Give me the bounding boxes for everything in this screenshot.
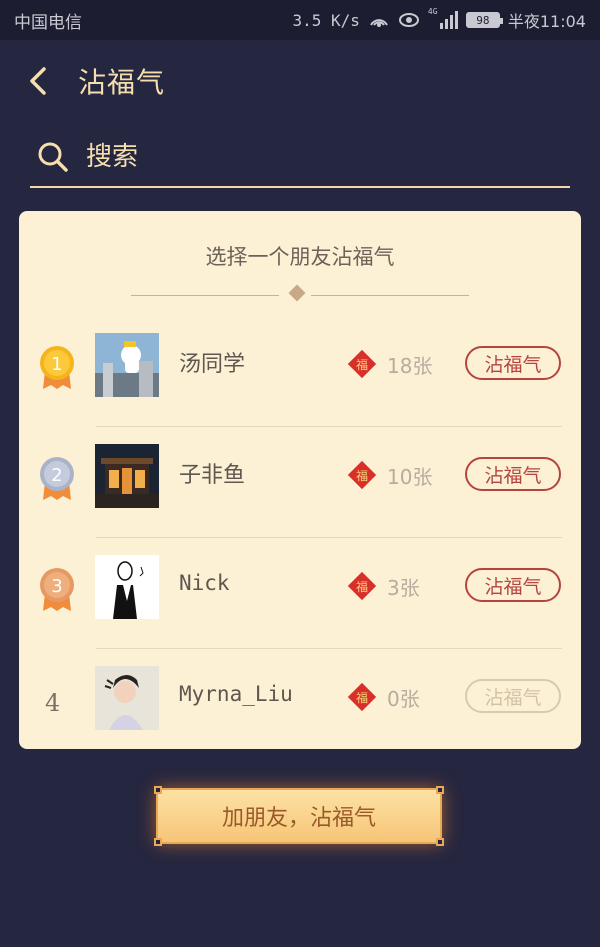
- search-input[interactable]: [86, 142, 570, 172]
- fu-card-icon: 福: [347, 460, 377, 490]
- add-friend-button[interactable]: 加朋友，沾福气: [154, 786, 444, 846]
- friend-name: Myrna_Liu: [179, 682, 293, 706]
- card-title: 选择一个朋友沾福气: [205, 245, 395, 269]
- silver-medal-icon: 2: [40, 457, 74, 500]
- friend-row: 3 Nick 福 3张 沾福气: [19, 538, 581, 649]
- back-button[interactable]: [28, 66, 56, 96]
- fu-count: 3张: [387, 576, 420, 600]
- svg-text:福: 福: [356, 579, 368, 594]
- signal-icon: 4G: [428, 7, 458, 29]
- status-right: 3.5 K/s 4G 98 半夜11:04: [292, 7, 586, 32]
- friend-row: 2 子非鱼 福 10张 沾福气: [19, 427, 581, 538]
- friend-name: Nick: [179, 571, 230, 595]
- status-bar: 中国电信 3.5 K/s 4G 98 半夜11:04: [0, 0, 600, 40]
- fu-count: 18张: [387, 354, 433, 378]
- chevron-left-icon: [30, 67, 46, 95]
- grab-fortune-button[interactable]: 沾福气: [465, 568, 561, 602]
- fu-count: 10张: [387, 465, 433, 489]
- friend-list-card: 选择一个朋友沾福气 1 汤同学 福 18张 沾福气 2 子非鱼 福 10张 沾福…: [19, 211, 581, 749]
- friend-name: 汤同学: [179, 352, 246, 377]
- search-bar[interactable]: [30, 128, 570, 188]
- friend-row: 1 汤同学 福 18张 沾福气: [19, 316, 581, 427]
- grab-fortune-button[interactable]: 沾福气: [465, 457, 561, 491]
- hotspot-icon: [368, 11, 390, 29]
- fu-card-icon: 福: [347, 349, 377, 379]
- network-type: 4G: [427, 7, 438, 16]
- battery-level: 98: [476, 13, 490, 27]
- eye-icon: [398, 12, 420, 28]
- add-friend-label: 加朋友，沾福气: [221, 806, 376, 831]
- rank-number: 4: [45, 689, 61, 717]
- diamond-icon: [288, 284, 306, 302]
- avatar[interactable]: [95, 333, 159, 397]
- grab-fortune-button-disabled: 沾福气: [465, 679, 561, 713]
- grab-fortune-button[interactable]: 沾福气: [465, 346, 561, 380]
- search-icon: [38, 142, 68, 172]
- page-title: 沾福气: [78, 66, 166, 99]
- network-speed: 3.5 K/s: [292, 10, 360, 30]
- svg-text:福: 福: [356, 468, 368, 483]
- avatar[interactable]: [95, 444, 159, 508]
- header: 沾福气: [28, 58, 165, 104]
- carrier-label: 中国电信: [14, 12, 82, 33]
- avatar[interactable]: [95, 555, 159, 619]
- fu-card-icon: 福: [347, 682, 377, 712]
- svg-text:福: 福: [356, 690, 368, 705]
- friend-row: 4 Myrna_Liu 福 0张 沾福气: [19, 649, 581, 760]
- friend-name: 子非鱼: [179, 463, 246, 488]
- bronze-medal-icon: 3: [40, 568, 74, 611]
- svg-text:福: 福: [356, 357, 368, 372]
- title-divider: [131, 284, 469, 302]
- battery-icon: 98: [465, 12, 503, 28]
- gold-medal-icon: 1: [40, 346, 74, 389]
- medal-number: 2: [51, 465, 62, 486]
- fu-count: 0张: [387, 687, 420, 711]
- medal-number: 3: [51, 576, 62, 597]
- avatar[interactable]: [95, 666, 159, 730]
- medal-number: 1: [51, 354, 62, 375]
- clock: 半夜11:04: [507, 12, 586, 31]
- fu-card-icon: 福: [347, 571, 377, 601]
